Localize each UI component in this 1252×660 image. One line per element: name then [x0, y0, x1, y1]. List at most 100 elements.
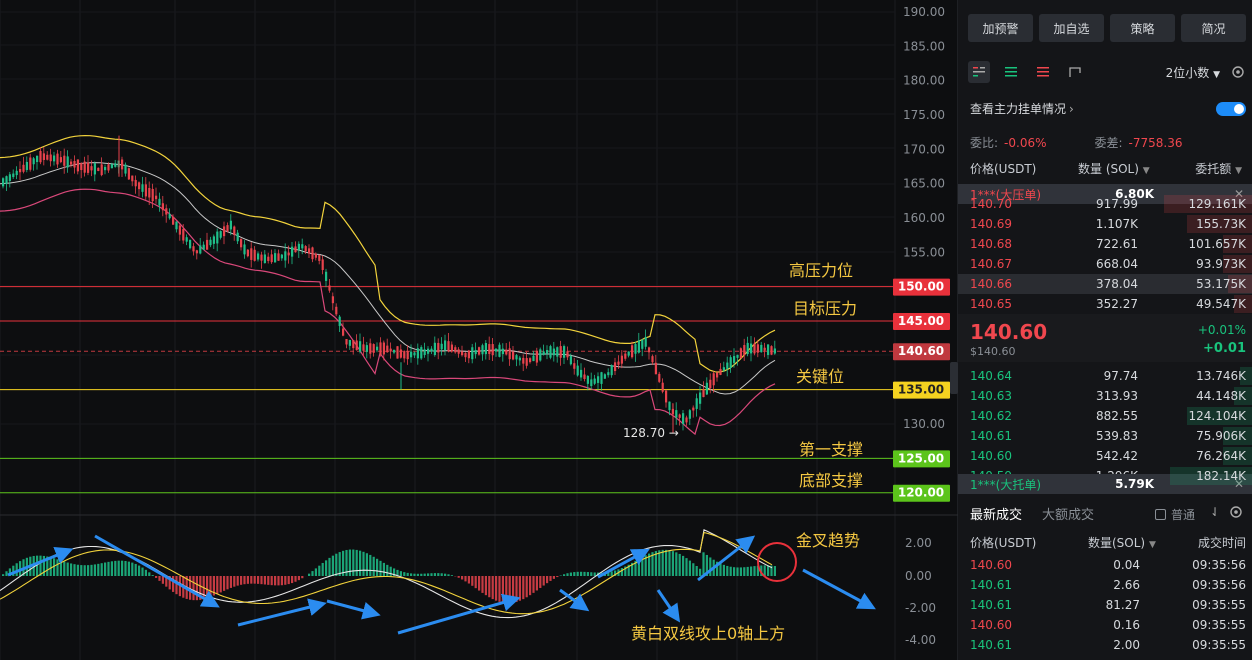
overview-button[interactable]: 简况 — [1181, 14, 1246, 42]
main-orders-link[interactable]: 查看主力挂单情况 — [970, 100, 1066, 117]
candle-body — [73, 160, 76, 168]
trade-price: 140.60 — [970, 618, 1012, 632]
candle-body — [308, 248, 311, 254]
candle-body — [600, 372, 603, 384]
ask-row[interactable]: 140.66 378.04 53.175K — [958, 274, 1252, 294]
macd-histogram-bar — [576, 571, 579, 576]
bid-row[interactable]: 140.60 542.42 76.264K — [958, 446, 1252, 466]
candle-body — [733, 356, 736, 363]
big-bid-label: 1***(大托单) — [970, 477, 1041, 492]
chevron-down-icon: ▼ — [1148, 540, 1156, 550]
chevron-right-icon: › — [1069, 101, 1074, 116]
ask-row[interactable]: 140.65 352.27 49.547K — [958, 294, 1252, 314]
ask-row[interactable]: 140.69 1.107K 155.73K — [958, 214, 1252, 234]
candle-body — [763, 347, 766, 351]
tab-large-trades[interactable]: 大额成交 — [1042, 504, 1094, 523]
candle-body — [229, 220, 232, 230]
candlestick-chart[interactable]: 150.00 145.00 140.60 135.00 125.00 120.00 190… — [0, 0, 958, 660]
macd-histogram-bar — [399, 571, 402, 576]
panel-collapse-handle[interactable] — [950, 362, 958, 394]
qty-col-header[interactable]: 数量 (SOL) ▼ — [1078, 160, 1150, 177]
main-orders-row: 查看主力挂单情况 › — [970, 100, 1246, 117]
macd-histogram-bar — [206, 576, 209, 599]
ask-total: 93.973K — [1196, 257, 1246, 271]
tab-latest-trades[interactable]: 最新成交 — [970, 504, 1022, 523]
price-level-value: 140.60 — [898, 344, 944, 358]
macd-histogram-bar — [246, 576, 249, 584]
bid-row[interactable]: 140.62 882.55 124.104K — [958, 406, 1252, 426]
candle-body — [535, 350, 538, 363]
macd-histogram-bar — [338, 552, 341, 576]
candle-body — [274, 253, 277, 263]
price-axis-label: 130.00 — [903, 417, 945, 431]
price-axis-label: 165.00 — [903, 177, 945, 191]
sort-icon[interactable]: ⇃ — [1210, 505, 1220, 519]
bid-row[interactable]: 140.63 313.93 44.148K — [958, 386, 1252, 406]
candle-body — [59, 157, 62, 163]
candle-body — [379, 342, 382, 355]
macd-histogram-bar — [110, 561, 113, 576]
panel-top-strip — [958, 0, 1252, 8]
diff-label: 委差: — [1094, 136, 1123, 150]
settings-icon[interactable] — [1230, 64, 1246, 80]
macd-histogram-bar — [301, 576, 304, 579]
candle-body — [5, 176, 8, 184]
candle-body — [474, 349, 477, 355]
bid-row[interactable]: 140.61 539.83 75.906K — [958, 426, 1252, 446]
ask-qty: 668.04 — [1096, 257, 1138, 271]
macd-histogram-bar — [753, 566, 756, 576]
chart-canvas[interactable]: 150.00 145.00 140.60 135.00 125.00 120.00 190… — [0, 0, 958, 660]
trend-arrow — [326, 599, 381, 620]
bids-only-view-icon[interactable] — [1000, 61, 1022, 83]
macd-histogram-bar — [403, 572, 406, 576]
candle-body — [29, 157, 32, 170]
macd-histogram-bar — [529, 576, 532, 596]
macd-histogram-bar — [433, 573, 436, 576]
ask-qty: 378.04 — [1096, 277, 1138, 291]
candle-body — [22, 164, 25, 172]
candle-body — [110, 164, 113, 169]
add-alert-button[interactable]: 加预警 — [968, 14, 1033, 42]
macd-histogram-bar — [668, 550, 671, 576]
macd-histogram-bar — [444, 573, 447, 576]
candle-body — [709, 379, 712, 389]
settings-icon[interactable] — [1228, 504, 1244, 523]
decimal-select[interactable]: 2位小数 ▼ — [1166, 64, 1220, 81]
macd-histogram-bar — [100, 563, 103, 576]
candle-body — [539, 349, 542, 361]
annotation-macd-note: 黄白双线攻上0轴上方 — [631, 624, 785, 643]
macd-histogram-bar — [410, 573, 413, 576]
ask-row[interactable]: 140.70 917.99 129.161K — [958, 194, 1252, 214]
candle-body — [488, 344, 491, 355]
ask-row[interactable]: 140.68 722.61 101.657K — [958, 234, 1252, 254]
candle-body — [566, 351, 569, 358]
candle-body — [430, 348, 433, 352]
ask-row[interactable]: 140.67 668.04 93.973K — [958, 254, 1252, 274]
trade-time: 09:35:55 — [1192, 618, 1246, 632]
trade-qty-header[interactable]: 数量(SOL) ▼ — [1088, 534, 1156, 551]
macd-histogram-bar — [297, 576, 300, 581]
candle-body — [423, 349, 426, 355]
depth-view-icon[interactable] — [1064, 61, 1086, 83]
bid-row[interactable]: 140.64 97.74 13.746K — [958, 366, 1252, 386]
candle-body — [376, 346, 379, 351]
both-sides-view-icon[interactable] — [968, 61, 990, 83]
amount-col-header[interactable]: 委托额 ▼ — [1195, 160, 1242, 177]
strategy-button[interactable]: 策略 — [1110, 14, 1175, 42]
candle-body — [532, 355, 535, 362]
action-buttons: 加预警 加自选 策略 简况 — [968, 14, 1246, 42]
candle-body — [617, 361, 620, 365]
macd-histogram-bar — [420, 573, 423, 576]
normal-filter-checkbox[interactable] — [1155, 509, 1166, 520]
candle-body — [19, 169, 22, 173]
candle-body — [348, 340, 351, 346]
asks-only-view-icon[interactable] — [1032, 61, 1054, 83]
trade-price: 140.61 — [970, 578, 1012, 592]
macd-histogram-bar — [39, 555, 42, 576]
add-watchlist-button[interactable]: 加自选 — [1039, 14, 1104, 42]
macd-histogram-bar — [665, 549, 668, 576]
main-orders-toggle[interactable] — [1216, 101, 1246, 116]
candle-body — [277, 253, 280, 261]
candle-body — [226, 225, 229, 232]
macd-histogram-bar — [253, 576, 256, 584]
